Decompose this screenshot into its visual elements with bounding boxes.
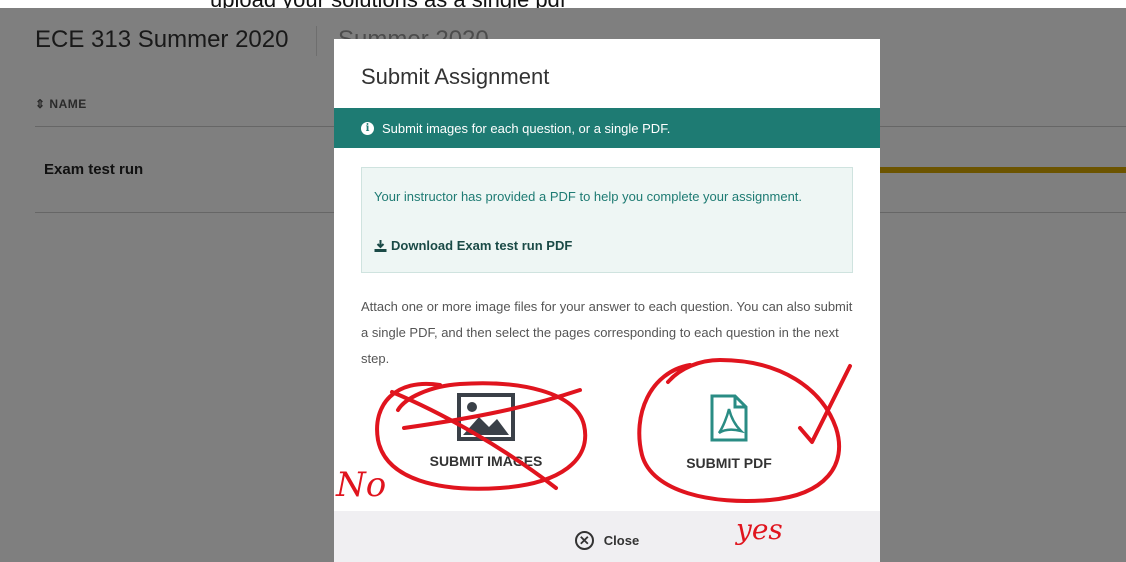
banner-text: Submit images for each question, or a si… bbox=[382, 120, 671, 136]
download-icon bbox=[374, 239, 387, 252]
download-pdf-link[interactable]: Download Exam test run PDF bbox=[374, 238, 572, 253]
dialog-title: Submit Assignment bbox=[361, 64, 550, 89]
submit-pdf-button[interactable]: SUBMIT PDF bbox=[639, 393, 819, 493]
submit-pdf-label: SUBMIT PDF bbox=[686, 455, 772, 471]
dialog-footer: ✕ Close bbox=[334, 511, 880, 562]
info-icon: i bbox=[361, 121, 374, 135]
info-banner: i Submit images for each question, or a … bbox=[334, 108, 880, 148]
submit-images-button[interactable]: SUBMIT IMAGES bbox=[396, 393, 576, 493]
top-cut-text: upload your solutions as a single pdf bbox=[210, 0, 566, 8]
instructor-pdf-notice: Your instructor has provided a PDF to he… bbox=[361, 167, 853, 273]
image-icon bbox=[457, 393, 515, 441]
instructions-text: Attach one or more image files for your … bbox=[361, 299, 853, 366]
close-circle-icon: ✕ bbox=[574, 531, 594, 550]
pdf-file-icon bbox=[710, 394, 748, 442]
close-button[interactable]: ✕ Close bbox=[574, 531, 640, 550]
submit-images-label: SUBMIT IMAGES bbox=[429, 453, 543, 469]
submit-assignment-dialog: Submit Assignment i Submit images for ea… bbox=[334, 39, 880, 562]
close-label: Close bbox=[603, 533, 640, 548]
download-label: Download Exam test run PDF bbox=[391, 238, 573, 253]
top-cut-banner: upload your solutions as a single pdf bbox=[0, 0, 1126, 8]
notice-text: Your instructor has provided a PDF to he… bbox=[374, 189, 803, 204]
